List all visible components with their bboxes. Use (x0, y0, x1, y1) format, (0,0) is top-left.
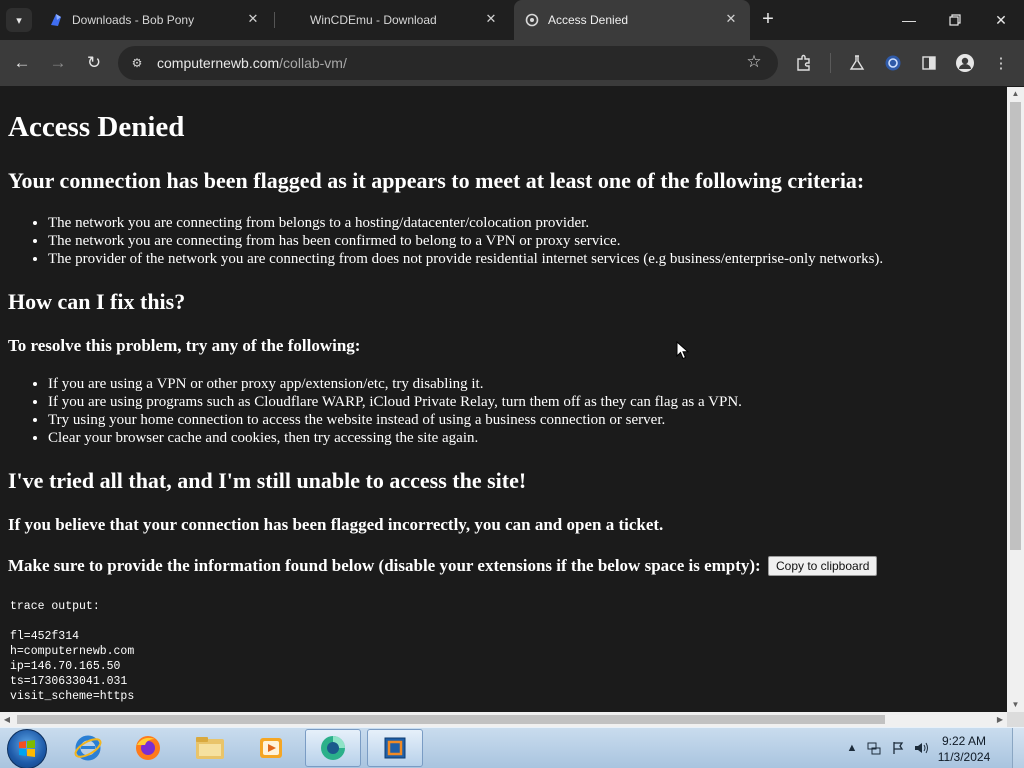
taskbar-firefox[interactable] (120, 729, 176, 767)
scrollbar-thumb[interactable] (1010, 102, 1021, 550)
minimize-button[interactable]: — (886, 0, 932, 40)
forward-button[interactable]: → (46, 51, 70, 75)
address-bar[interactable]: ⚙ computernewb.com/collab-vm/ ☆ (118, 46, 778, 80)
arrow-left-icon: ← (13, 53, 31, 72)
toolbar-divider (830, 53, 831, 73)
taskbar-browser-active[interactable] (305, 729, 361, 767)
taskbar-clock[interactable]: 9:22 AM 11/3/2024 (933, 733, 995, 765)
extensions-icon[interactable] (793, 52, 815, 74)
taskbar-file-explorer[interactable] (182, 729, 238, 767)
list-item: Try using your home connection to access… (48, 411, 742, 429)
still-unable-heading: I've tried all that, and I'm still unabl… (8, 468, 527, 493)
network-icon[interactable] (866, 740, 882, 756)
fix-heading: How can I fix this? (8, 289, 186, 314)
trace-output: trace output: fl=452f314 h=computernewb.… (10, 600, 135, 703)
close-icon[interactable]: ✕ (482, 10, 500, 28)
browser-icon (321, 736, 345, 760)
menu-kebab-icon[interactable]: ⋮ (990, 52, 1012, 74)
list-item: If you are using programs such as Cloudf… (48, 393, 742, 411)
provide-info-label: Make sure to provide the information fou… (8, 556, 761, 575)
page-title: Access Denied (8, 111, 185, 143)
taskbar-media-player[interactable] (243, 729, 299, 767)
scroll-right-arrow-icon[interactable]: ▶ (993, 712, 1007, 727)
restore-button[interactable] (932, 0, 978, 40)
scrollbar-corner (1007, 712, 1024, 727)
vertical-scrollbar[interactable]: ▲ ▼ (1007, 87, 1024, 712)
file-explorer-icon (196, 737, 224, 759)
action-center-flag-icon[interactable] (890, 740, 906, 756)
flagged-incorrectly-text: If you believe that your connection has … (8, 515, 663, 535)
taskbar: ▲ 9:22 AM 11/3/2024 (0, 727, 1024, 768)
volume-icon[interactable] (914, 740, 930, 756)
reload-button[interactable]: ↻ (82, 51, 106, 75)
page-viewport[interactable]: Access Denied Your connection has been f… (0, 87, 1007, 712)
resolve-heading: To resolve this problem, try any of the … (8, 336, 361, 355)
firefox-icon (136, 736, 160, 760)
site-info-icon[interactable]: ⚙ (128, 54, 146, 72)
reload-icon: ↻ (86, 53, 102, 72)
new-tab-button[interactable]: + (757, 9, 779, 31)
fixes-list: If you are using a VPN or other proxy ap… (48, 375, 742, 447)
windows-logo-icon (19, 740, 35, 757)
taskbar-internet-explorer[interactable] (60, 729, 116, 767)
close-icon: ✕ (995, 11, 1007, 28)
browser-toolbar: ← → ↻ ⚙ computernewb.com/collab-vm/ ☆ ⋮ (0, 40, 1024, 86)
scrollbar-thumb[interactable] (17, 715, 885, 724)
url-text[interactable]: computernewb.com/collab-vm/ (157, 55, 347, 71)
incorrect-prefix: If you believe that your connection has … (8, 515, 531, 534)
tab-title: Access Denied (548, 13, 629, 27)
copy-to-clipboard-button[interactable]: Copy to clipboard (767, 556, 878, 576)
profile-avatar-icon[interactable] (954, 52, 976, 74)
back-button[interactable]: ← (10, 51, 34, 75)
provide-info-text: Make sure to provide the information fou… (8, 556, 878, 577)
list-item: Clear your browser cache and cookies, th… (48, 429, 742, 447)
loading-icon (525, 13, 539, 27)
show-hidden-icons-icon[interactable]: ▲ (844, 740, 860, 756)
incorrect-suffix: and open a ticket. (534, 515, 664, 534)
horizontal-scrollbar[interactable]: ◀ ▶ (0, 712, 1007, 727)
bookmark-star-icon[interactable]: ☆ (744, 52, 764, 72)
extension-blue-icon[interactable] (882, 52, 904, 74)
tab-title: WinCDEmu - Download (310, 13, 437, 27)
list-item: If you are using a VPN or other proxy ap… (48, 375, 742, 393)
bobpony-icon (51, 14, 61, 26)
side-panel-icon[interactable] (918, 52, 940, 74)
close-icon[interactable]: ✕ (722, 10, 740, 28)
flagged-heading: Your connection has been flagged as it a… (8, 168, 865, 193)
scroll-left-arrow-icon[interactable]: ◀ (0, 712, 14, 727)
virtualbox-icon (384, 737, 406, 759)
restore-icon (949, 14, 961, 26)
scroll-up-arrow-icon[interactable]: ▲ (1007, 87, 1024, 101)
clock-date: 11/3/2024 (937, 750, 991, 764)
window-close-button[interactable]: ✕ (978, 0, 1024, 40)
show-desktop-button[interactable] (1012, 728, 1024, 768)
chevron-down-icon: ▾ (16, 14, 22, 27)
taskbar-virtualbox[interactable] (367, 729, 423, 767)
list-item: The network you are connecting from belo… (48, 214, 883, 232)
scroll-down-arrow-icon[interactable]: ▼ (1007, 698, 1024, 712)
tab-bar: ▾ Downloads - Bob Pony ✕ WinCDEmu - Down… (0, 0, 1024, 40)
list-item: The provider of the network you are conn… (48, 250, 883, 268)
tab-wincdemu-download[interactable]: WinCDEmu - Download ✕ (276, 0, 510, 40)
tab-downloads-bob-pony[interactable]: Downloads - Bob Pony ✕ (38, 0, 272, 40)
close-icon[interactable]: ✕ (244, 10, 262, 28)
arrow-right-icon: → (49, 53, 67, 72)
tab-search-button[interactable]: ▾ (6, 8, 32, 32)
url-path: /collab-vm/ (279, 55, 347, 71)
tab-separator (274, 12, 275, 28)
mouse-cursor-icon (676, 341, 690, 360)
tab-access-denied[interactable]: Access Denied ✕ (514, 0, 750, 40)
clock-time: 9:22 AM (941, 734, 987, 748)
url-host: computernewb.com (157, 55, 280, 71)
start-button[interactable] (7, 729, 47, 768)
labs-flask-icon[interactable] (846, 52, 868, 74)
minimize-icon: — (902, 12, 916, 28)
media-player-icon (260, 738, 282, 758)
list-item: The network you are connecting from has … (48, 232, 883, 250)
criteria-list: The network you are connecting from belo… (48, 214, 883, 268)
internet-explorer-icon (74, 735, 102, 761)
tab-title: Downloads - Bob Pony (72, 13, 195, 27)
